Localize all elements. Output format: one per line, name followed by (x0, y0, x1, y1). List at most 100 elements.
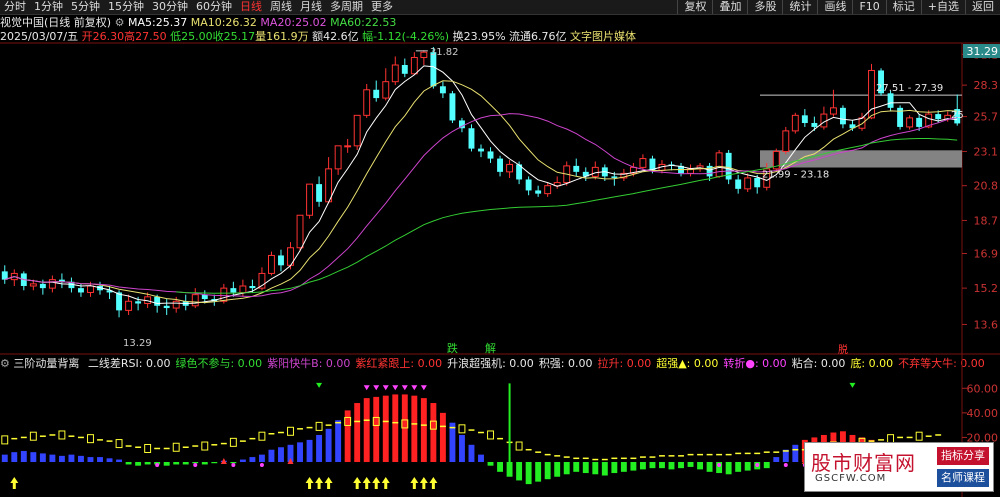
top-triangle-6 (420, 385, 427, 391)
candle-body-85 (811, 123, 818, 127)
candle-body-37 (353, 114, 361, 147)
ind-bar-50 (478, 454, 484, 462)
ind-line-box-6 (58, 430, 66, 440)
ind-line-box-9 (87, 434, 94, 444)
candle-body-47 (449, 93, 456, 121)
logo-share-badge: 指标分享 (937, 447, 989, 465)
signal-label-2: 解 (485, 341, 496, 355)
turn-dot-2 (231, 463, 236, 467)
ind-bar-5 (49, 454, 56, 462)
signal-label-3: 脱 (838, 343, 848, 356)
candle-body-90 (858, 117, 866, 129)
ind-bar-37 (354, 403, 361, 462)
candle-body-12 (116, 292, 123, 311)
candle-body-29 (278, 255, 284, 266)
ind-bar-8 (78, 455, 84, 462)
ind-line-box-33 (315, 421, 323, 431)
candle-body-43 (410, 56, 418, 75)
up-arrow-1 (305, 477, 314, 489)
ind-bar-48 (458, 434, 465, 462)
ind-bar-9 (87, 457, 94, 462)
candle-body-52 (497, 158, 504, 172)
logo-url: GSCFW.COM (815, 473, 887, 484)
ind-bar-32 (306, 439, 313, 462)
candle-body-77 (735, 179, 742, 189)
candle-body-95 (906, 117, 914, 128)
candle-body-38 (363, 89, 371, 116)
ind-bar-6 (58, 455, 65, 462)
ind-bar-2 (20, 450, 27, 462)
candle-body-49 (468, 128, 475, 149)
candle-body-14 (135, 301, 142, 304)
candle-body-13 (125, 300, 133, 311)
ind-bar-53 (506, 462, 513, 477)
logo-title: 股市财富网 (811, 451, 916, 475)
candle-body-35 (334, 145, 342, 170)
top-triangle-1 (373, 385, 380, 391)
ind-bar-22 (211, 462, 218, 464)
ind-bar-21 (201, 462, 208, 465)
chart-svg[interactable]: 31.128.325.723.120.818.716.915.213.631.2… (0, 0, 1000, 497)
candle-body-93 (887, 93, 894, 108)
candle-body-16 (154, 296, 161, 306)
up-arrow-2 (315, 477, 324, 489)
ind-bar-65 (620, 462, 627, 472)
ind-bar-63 (601, 462, 608, 476)
up-arrow-0 (10, 477, 19, 489)
ind-bar-43 (411, 395, 418, 462)
price-tick-label-1: 28.3 (974, 79, 999, 92)
ind-bar-52 (497, 462, 504, 472)
ind-bar-74 (706, 462, 713, 472)
top-triangle-3 (392, 385, 399, 391)
ind-bar-11 (106, 458, 113, 462)
ind-bar-80 (763, 462, 770, 469)
candle-body-18 (172, 300, 180, 309)
ind-bar-54 (516, 462, 523, 481)
candle-body-9 (87, 285, 94, 293)
ind-bar-71 (678, 462, 684, 469)
ind-line-box-24 (229, 437, 237, 447)
ind-bar-33 (316, 434, 323, 462)
candle-body-26 (249, 285, 256, 289)
candle-body-88 (839, 107, 846, 125)
candle-body-20 (191, 294, 199, 307)
ind-bar-77 (735, 462, 742, 472)
ind-bar-62 (592, 462, 599, 475)
candle-body-44 (420, 51, 428, 58)
candle-body-67 (639, 158, 647, 168)
price-tick-label-7: 15.2 (974, 282, 999, 295)
candle-body-98 (935, 114, 942, 120)
top-triangle-4 (401, 385, 408, 391)
ind-tick-label-0: 60.00 (967, 382, 999, 395)
ind-tick-label-1: 40.00 (967, 407, 999, 420)
ma10-line (4, 80, 958, 304)
last-price-label: 25 (951, 110, 964, 121)
ind-bar-49 (468, 444, 475, 462)
ind-bar-17 (163, 462, 170, 466)
ind-bar-45 (430, 403, 437, 462)
ind-bar-31 (297, 442, 303, 462)
box-top-label: 27.51 - 27.39 (876, 83, 943, 94)
candle-body-78 (744, 177, 752, 190)
ind-bar-55 (525, 462, 532, 485)
ind-bar-44 (420, 398, 427, 462)
up-arrow-10 (429, 477, 438, 489)
candle-body-8 (78, 288, 84, 293)
turn-dot-6 (783, 463, 788, 467)
ind-bar-83 (792, 444, 799, 462)
candle-body-57 (544, 185, 552, 195)
ind-bar-61 (582, 462, 589, 474)
candle-body-46 (439, 86, 446, 94)
candle-body-24 (230, 288, 237, 293)
ind-bar-0 (1, 454, 8, 462)
ind-bar-40 (382, 395, 389, 462)
candle-body-84 (801, 115, 808, 124)
ind-bar-15 (144, 462, 151, 465)
turn-dot-3 (259, 463, 264, 467)
up-arrow-9 (419, 477, 428, 489)
turn-dot-5 (755, 463, 760, 467)
ind-bar-58 (554, 462, 561, 477)
ind-bar-35 (335, 420, 342, 462)
ind-line-box-27 (258, 431, 266, 441)
up-arrow-4 (353, 477, 362, 489)
